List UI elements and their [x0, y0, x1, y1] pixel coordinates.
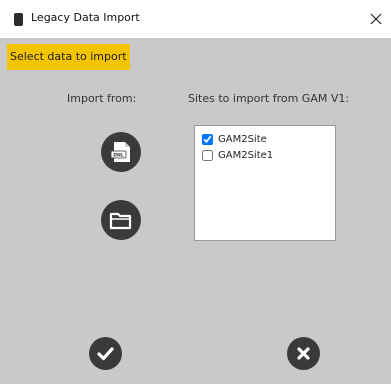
site-checkbox-gam2site1[interactable]	[202, 149, 213, 161]
window-title: Legacy Data Import	[31, 11, 140, 24]
site-item-gam2site1[interactable]: GAM2Site1	[202, 148, 273, 162]
check-icon	[97, 347, 114, 361]
folder-icon	[109, 212, 132, 230]
site-item-gam2site[interactable]: GAM2Site	[202, 132, 267, 146]
import-from-label: Import from:	[67, 92, 137, 105]
sites-list: GAM2Site GAM2Site1	[194, 125, 336, 241]
site-checkbox-gam2site[interactable]	[202, 133, 213, 145]
legacy-data-import-dialog: Legacy Data Import Select data to import…	[0, 0, 391, 384]
title-bar: Legacy Data Import	[0, 0, 391, 38]
site-label: GAM2Site1	[218, 149, 274, 161]
dnl-file-icon: DNL	[110, 142, 130, 162]
close-button[interactable]	[361, 0, 391, 38]
close-icon	[370, 13, 382, 25]
ok-button[interactable]	[89, 337, 122, 370]
x-icon	[297, 347, 310, 360]
import-dnl-file-button[interactable]: DNL	[101, 132, 141, 172]
section-heading: Select data to import	[7, 44, 130, 70]
app-icon	[14, 13, 23, 26]
svg-text:DNL: DNL	[113, 153, 124, 159]
cancel-button[interactable]	[287, 337, 320, 370]
import-folder-button[interactable]	[101, 200, 141, 240]
site-label: GAM2Site	[218, 133, 267, 145]
sites-label: Sites to import from GAM V1:	[188, 92, 350, 105]
